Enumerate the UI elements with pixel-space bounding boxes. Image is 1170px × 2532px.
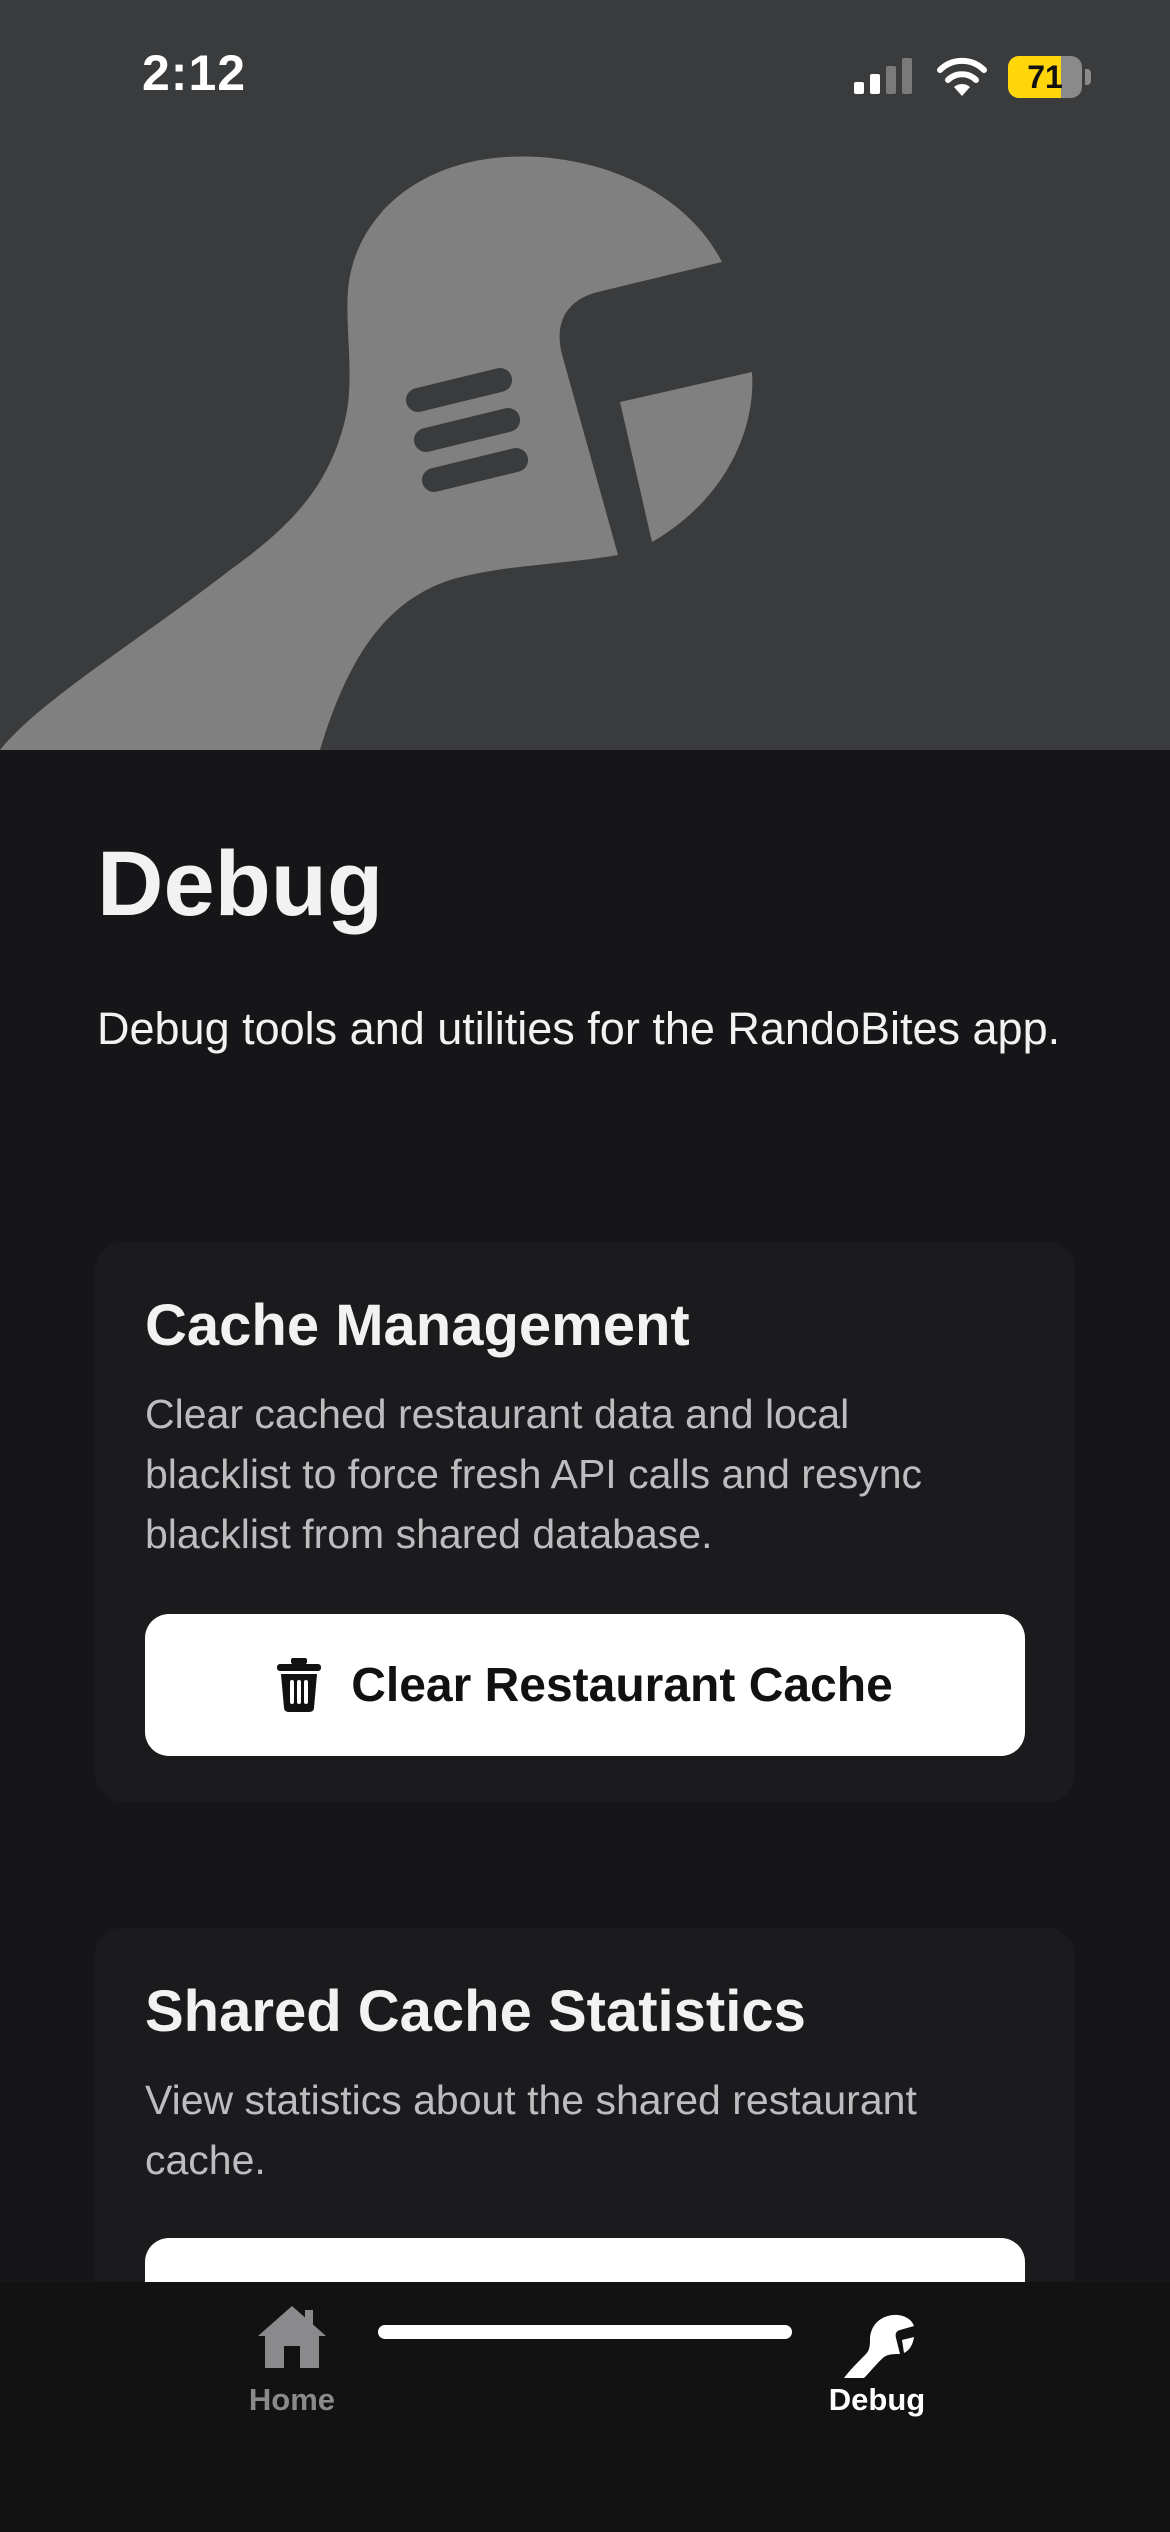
tab-debug[interactable]: Debug: [727, 2282, 1027, 2432]
tab-bar: Home Debug: [0, 2282, 1170, 2532]
tab-home[interactable]: Home: [142, 2282, 442, 2432]
house-icon: [258, 2306, 326, 2368]
cellular-signal-icon: [854, 58, 912, 94]
tab-debug-label: Debug: [828, 2382, 926, 2417]
wifi-icon: [937, 57, 987, 96]
hero-banner: 2:12 71: [0, 0, 1170, 750]
cache-management-card: Cache Management Clear cached restaurant…: [95, 1242, 1075, 1802]
tab-home-label: Home: [248, 2382, 336, 2417]
trash-icon: [277, 1658, 322, 1712]
clear-restaurant-cache-label: Clear Restaurant Cache: [351, 1658, 893, 1712]
home-indicator: [378, 2325, 792, 2339]
page-title: Debug: [97, 833, 384, 935]
page-subtitle: Debug tools and utilities for the RandoB…: [97, 1003, 1061, 1054]
clear-restaurant-cache-button[interactable]: Clear Restaurant Cache: [145, 1614, 1025, 1756]
status-time: 2:12: [142, 45, 247, 101]
wrench-icon: [844, 2314, 914, 2378]
shared-cache-statistics-title: Shared Cache Statistics: [145, 1979, 806, 2044]
cache-management-description: Clear cached restaurant data and local b…: [145, 1391, 923, 1557]
battery-indicator: 71: [1008, 56, 1091, 98]
battery-level: 71: [1027, 59, 1063, 95]
status-bar: 2:12 71: [0, 0, 1170, 150]
cache-management-title: Cache Management: [145, 1293, 690, 1358]
shared-cache-statistics-description: View statistics about the shared restaur…: [145, 2077, 917, 2183]
